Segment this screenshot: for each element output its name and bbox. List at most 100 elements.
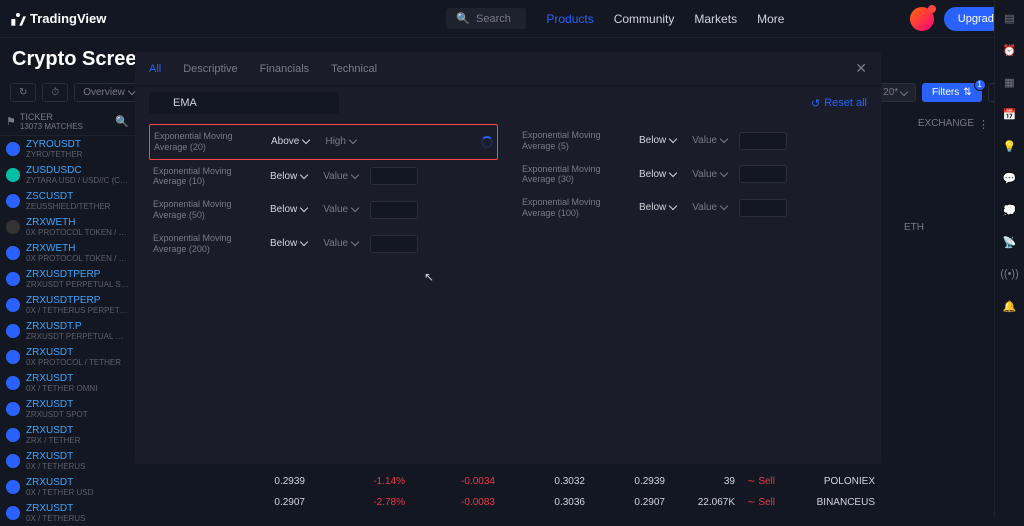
filter-value-input[interactable] <box>370 201 418 219</box>
filter-value-dropdown[interactable]: Value <box>319 201 362 218</box>
reset-all-link[interactable]: ↺ Reset all <box>811 97 867 110</box>
tab-financials[interactable]: Financials <box>260 63 310 75</box>
refresh-button[interactable]: ↻ <box>10 83 36 102</box>
chat-icon[interactable]: 💬 <box>1002 170 1018 186</box>
tab-descriptive[interactable]: Descriptive <box>183 63 237 75</box>
nav-products[interactable]: Products <box>546 12 593 26</box>
filter-value-dropdown[interactable]: Value <box>688 199 731 216</box>
tab-technical[interactable]: Technical <box>331 63 377 75</box>
chevron-down-icon <box>720 202 728 210</box>
ticker-description: 0X / TETHER USD <box>26 488 129 497</box>
ticker-column-header[interactable]: ⚑ TICKER 13073 MATCHES 🔍 <box>0 108 135 136</box>
filter-label: Exponential Moving Average (50) <box>153 199 258 221</box>
mouse-cursor: ↖ <box>424 270 434 284</box>
stream-icon[interactable]: 📡 <box>1002 234 1018 250</box>
filter-operator-dropdown[interactable]: Below <box>635 166 680 183</box>
hotlist-icon[interactable]: ▦ <box>1002 74 1018 90</box>
search-icon[interactable]: 🔍 <box>115 115 129 128</box>
watchlist-icon[interactable]: ▤ <box>1002 10 1018 26</box>
chevron-down-icon <box>351 238 359 246</box>
ticker-row[interactable]: ZRXUSDTPERP 0X / TETHERUS PERPETUAL FUTU… <box>0 292 135 318</box>
filter-value-input[interactable] <box>739 199 787 217</box>
ticker-symbol: ZRXUSDT <box>26 503 129 514</box>
filter-tabs: All Descriptive Financials Technical ✕ <box>135 52 881 86</box>
global-search[interactable]: 🔍 Search <box>446 8 526 29</box>
cell-change-abs: -0.0034 <box>405 476 495 487</box>
ticker-sidebar: ⚑ TICKER 13073 MATCHES 🔍 ZYROUSDT ZYRO/T… <box>0 108 135 526</box>
filter-value-dropdown[interactable]: High <box>321 133 360 150</box>
filter-value-dropdown[interactable]: Value <box>688 132 731 149</box>
filter-value-input[interactable] <box>739 165 787 183</box>
calendar-icon[interactable]: 📅 <box>1002 106 1018 122</box>
ticker-row[interactable]: ZRXUSDT 0X / TETHERUS <box>0 448 135 474</box>
cell-volume: 22.067K <box>665 497 735 508</box>
ticker-symbol: ZRXUSDT <box>26 425 129 436</box>
broadcast-icon[interactable]: ((•)) <box>1002 266 1018 282</box>
close-icon[interactable]: ✕ <box>855 60 867 77</box>
search-placeholder: Search <box>476 13 511 25</box>
table-row[interactable]: 0.2939 -1.14% -0.0034 0.3032 0.2939 39 ∼… <box>135 471 994 492</box>
nav-markets[interactable]: Markets <box>694 12 737 26</box>
filter-operator-dropdown[interactable]: Below <box>266 201 311 218</box>
filter-value-input[interactable] <box>739 132 787 150</box>
brand-logo[interactable]: TradingView <box>10 11 106 27</box>
ticker-list: ZYROUSDT ZYRO/TETHER ZUSDUSDC ZYTARA USD… <box>0 136 135 526</box>
chevron-down-icon <box>349 136 357 144</box>
filter-operator-dropdown[interactable]: Below <box>266 235 311 252</box>
ticker-description: ZYTARA USD / USD//C (CALCULATED B <box>26 176 129 185</box>
ticker-row[interactable]: ZRXUSDT 0X / TETHERUS <box>0 500 135 526</box>
filter-search-input[interactable] <box>149 92 339 114</box>
filter-value-dropdown[interactable]: Value <box>319 168 362 185</box>
ticker-icon <box>6 220 20 234</box>
ticker-row[interactable]: ZUSDUSDC ZYTARA USD / USD//C (CALCULATED… <box>0 162 135 188</box>
ticker-description: ZYRO/TETHER <box>26 150 129 159</box>
ticker-row[interactable]: ZRXUSDT ZRX / TETHER <box>0 422 135 448</box>
ticker-row[interactable]: ZYROUSDT ZYRO/TETHER <box>0 136 135 162</box>
alerts-icon[interactable]: ⏰ <box>1002 42 1018 58</box>
filters-button[interactable]: Filters ⇅ 1 <box>922 83 982 102</box>
ticker-row[interactable]: ZRXUSDT ZRXUSDT SPOT <box>0 396 135 422</box>
ticker-row[interactable]: ZSCUSDT ZEUSSHIELD/TETHER <box>0 188 135 214</box>
filter-value-input[interactable] <box>370 167 418 185</box>
main-nav: Products Community Markets More <box>546 12 784 26</box>
data-rows: 0.2939 -1.14% -0.0034 0.3032 0.2939 39 ∼… <box>135 471 994 513</box>
auto-refresh-button[interactable]: ⏱ <box>42 83 68 102</box>
nav-more[interactable]: More <box>757 12 784 26</box>
notifications-icon[interactable]: 🔔 <box>1002 298 1018 314</box>
exchange-column-header[interactable]: EXCHANGE <box>918 118 974 129</box>
filter-search-row: ↺ Reset all <box>135 86 881 120</box>
ticker-symbol: ZRXWETH <box>26 217 129 228</box>
filter-value-input[interactable] <box>370 235 418 253</box>
ideas-icon[interactable]: 💡 <box>1002 138 1018 154</box>
filter-operator-dropdown[interactable]: Below <box>635 132 680 149</box>
filter-value-dropdown[interactable]: Value <box>688 166 731 183</box>
private-chat-icon[interactable]: 💭 <box>1002 202 1018 218</box>
filters-count-badge: 1 <box>974 79 986 91</box>
overview-dropdown[interactable]: Overview <box>74 83 144 102</box>
filter-body: Exponential Moving Average (20) Above Hi… <box>135 120 881 264</box>
nav-community[interactable]: Community <box>614 12 675 26</box>
ticker-row[interactable]: ZRXUSDTPERP ZRXUSDT PERPETUAL SWAP CONTR… <box>0 266 135 292</box>
filter-label: Exponential Moving Average (30) <box>522 164 627 186</box>
ticker-row[interactable]: ZRXUSDT 0X / TETHER USD <box>0 474 135 500</box>
ticker-row[interactable]: ZRXUSDT.P ZRXUSDT PERPETUAL MIX CONTRACT <box>0 318 135 344</box>
ticker-row[interactable]: ZRXWETH 0X PROTOCOL TOKEN / WRAPPED ETHE <box>0 240 135 266</box>
chevron-down-icon <box>351 204 359 212</box>
ticker-row[interactable]: ZRXWETH 0X PROTOCOL TOKEN / WRAPPED ETHE <box>0 214 135 240</box>
ticker-icon <box>6 402 20 416</box>
chevron-down-icon <box>669 135 677 143</box>
table-row[interactable]: 0.2907 -2.78% -0.0083 0.3036 0.2907 22.0… <box>135 492 994 513</box>
filter-operator-dropdown[interactable]: Above <box>267 133 313 150</box>
ticker-row[interactable]: ZRXUSDT 0X PROTOCOL / TETHER <box>0 344 135 370</box>
filter-operator-dropdown[interactable]: Below <box>635 199 680 216</box>
column-menu-icon[interactable]: ⋮ <box>978 118 989 131</box>
tab-all[interactable]: All <box>149 63 161 75</box>
filter-label: Exponential Moving Average (200) <box>153 233 258 255</box>
ticker-icon <box>6 376 20 390</box>
filter-label: Exponential Moving Average (5) <box>522 130 627 152</box>
ticker-row[interactable]: ZRXUSDT 0X / TETHER OMNI <box>0 370 135 396</box>
filter-value-dropdown[interactable]: Value <box>319 235 362 252</box>
avatar[interactable] <box>910 7 934 31</box>
filter-label: Exponential Moving Average (100) <box>522 197 627 219</box>
filter-operator-dropdown[interactable]: Below <box>266 168 311 185</box>
